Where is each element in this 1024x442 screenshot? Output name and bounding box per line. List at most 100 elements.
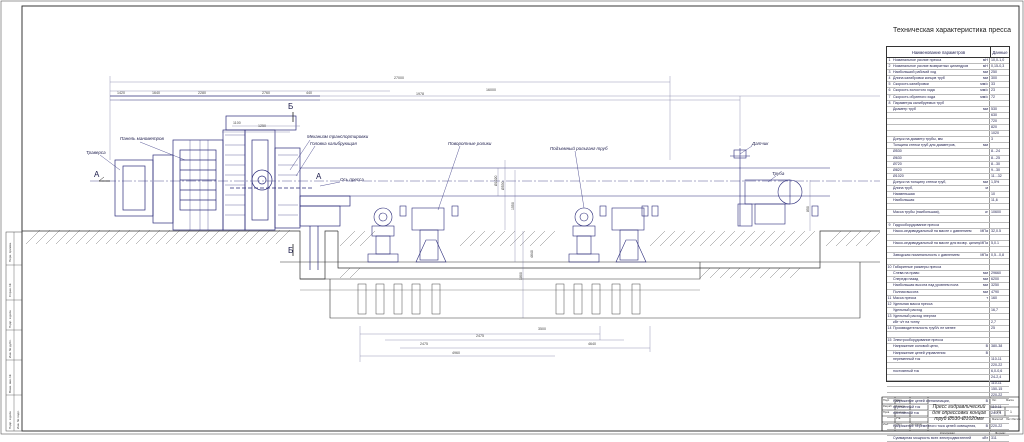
spec-cell-v: 10600 (989, 210, 1009, 216)
spec-cell-p: Напряжение силовой цепи, (893, 344, 939, 349)
spec-table-body: 1 Номинальное усилие пресса мН 10,0-1,0 2 Ном… (887, 58, 1009, 442)
spec-cell-v: 6200 (989, 277, 1009, 283)
spec-cell-u: В (985, 423, 988, 428)
spec-cell-p (892, 332, 980, 337)
spec-cell-p (892, 393, 980, 398)
side-label: Подп. и дата (8, 411, 12, 429)
spec-cell-v: 3250 (989, 283, 1009, 289)
label-pipe: Труба (772, 171, 785, 176)
spec-row: Суммарная мощность всех электродвигателе… (887, 435, 1009, 442)
bottom-label-copied: Копировал (940, 431, 956, 435)
spec-cell-p: Удельный расход (893, 307, 923, 312)
spec-cell-v: 720 (989, 118, 1009, 125)
side-label: Перв. примен. (8, 242, 12, 262)
spec-cell-u: кг (985, 210, 988, 215)
side-label: Справ. № (8, 283, 12, 297)
spec-cell-p (892, 375, 980, 380)
spec-cell-p: Скорость калибровки (893, 82, 929, 87)
spec-cell-v (989, 265, 1009, 271)
spec-cell-p: Ø720 (893, 161, 902, 166)
spec-cell-u (980, 302, 989, 307)
spec-cell-v: 33 (989, 82, 1009, 88)
spec-cell-p: Наибольшая высота над уровнем пола (893, 283, 959, 288)
spec-cell-p: Масса трубы (наибольшая), (893, 210, 940, 215)
spec-cell-p: Допуск на диаметр трубы, мм (893, 137, 943, 142)
bottom-label-format: Формат (995, 431, 1006, 435)
spec-cell-v: 16,7 (989, 307, 1009, 313)
spec-cell-u: т (986, 295, 988, 300)
stamp-field: Листов (1012, 418, 1021, 421)
section-markers (99, 112, 294, 256)
spec-cell-v: 250 (989, 70, 1009, 76)
spec-cell-p: Напряжение переменного тока цепей освеще… (893, 423, 977, 428)
stamp-field: Т.контр. (896, 405, 906, 408)
spec-cell-p: Спереди назад (893, 277, 919, 282)
dim-d1020: Ø1020 (494, 175, 498, 186)
stamp-field: Разраб. (883, 405, 893, 408)
spec-cell-v: 5,0.1 (989, 240, 1009, 246)
spec-cell-u (980, 247, 989, 252)
spec-cell-p: постоянный ток (893, 368, 920, 373)
dim-27000: 27000 (394, 76, 404, 80)
spec-cell-u (980, 174, 989, 179)
spec-cell-p: Производительность труб/ч не менее (893, 326, 956, 331)
spec-cell-u (980, 131, 989, 136)
spec-cell-u: МПа (980, 240, 988, 245)
spec-cell-p (892, 381, 980, 386)
dim-4960: 4960 (452, 351, 460, 355)
pipe-axis (90, 167, 880, 197)
spec-cell-p (892, 119, 980, 124)
spec-cell-v: 25 (989, 326, 1009, 332)
dim-1420: 1420 (117, 91, 125, 95)
spec-cell-p (892, 363, 980, 368)
spec-cell-v (989, 204, 1009, 210)
spec-cell-u (980, 101, 989, 106)
stamp-scale: 1:20 (994, 410, 1001, 414)
spec-cell-u (980, 387, 989, 392)
stamp-field: Утв. (896, 417, 901, 420)
label-head: Головка калибрующая (310, 141, 357, 146)
spec-cell-v: 32,0.5 (989, 228, 1009, 234)
spec-cell-v (989, 216, 1009, 222)
drawing-sheet (0, 0, 1024, 435)
spec-cell-u: мН (982, 64, 988, 69)
spec-cell-v: 160 (989, 295, 1009, 301)
spec-cell-v: 820 (989, 125, 1009, 131)
spec-cell-p: Слева на право (893, 271, 920, 276)
spec-cell-p (892, 387, 980, 392)
spec-cell-p (892, 430, 980, 435)
spec-cell-p: Толщина стенки труб для диаметров, (893, 143, 956, 148)
spec-cell-p: Габаритные размеры пресса (893, 265, 942, 270)
stamp-field: Пров. (883, 411, 890, 414)
dim-2475-a: 2475 (476, 334, 484, 338)
spec-cell-p: кВт·ч/т на тонну (893, 320, 920, 325)
stamp-field: Подп. (883, 399, 890, 402)
spec-cell-u (980, 430, 989, 435)
spec-cell-p (892, 259, 980, 264)
header-name: Наименование параметров (911, 49, 966, 55)
spec-cell-u (980, 332, 989, 337)
spec-cell-v (989, 259, 1009, 265)
spec-cell-v: 3 (989, 137, 1009, 143)
spec-cell-p: Насос-индивидуальный на масле для возвр.… (893, 240, 980, 245)
spec-cell-v: 220-22 (989, 423, 1009, 429)
spec-cell-u (980, 363, 989, 368)
stamp-field: Изм. (883, 423, 889, 426)
spec-cell-u (980, 338, 989, 343)
dim-1800: 1800 (519, 272, 523, 280)
side-label: Инв. № дубл. (8, 339, 12, 358)
spec-cell-u (980, 168, 989, 173)
spec-cell-u (980, 162, 989, 167)
dim-16000: 16000 (486, 88, 496, 92)
foundation (22, 230, 880, 319)
spec-cell-v: 110-11 (989, 356, 1009, 362)
spec-cell-u (980, 265, 989, 270)
spec-cell-p: Масса пресса (893, 295, 917, 300)
spec-cell-p: Удельная масса пресса (893, 301, 933, 306)
spec-cell-u (980, 259, 989, 264)
spec-cell-v (989, 234, 1009, 240)
spec-cell-u: мм (983, 271, 988, 276)
stamp-field: Н.контр. (896, 411, 906, 414)
spec-cell-p: Насос-индивидуальный на масле с давление… (893, 228, 972, 233)
spec-cell-u (980, 216, 989, 221)
